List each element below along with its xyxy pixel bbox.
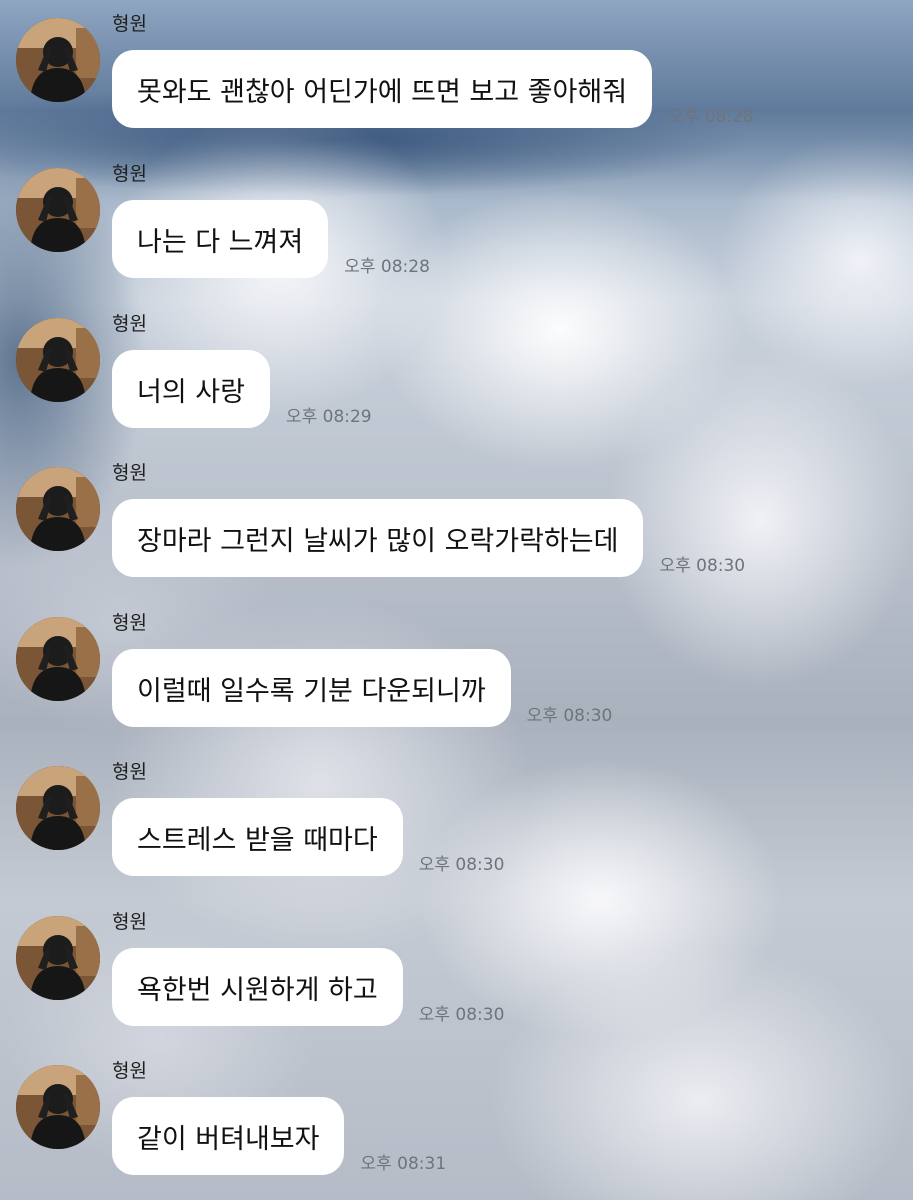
avatar[interactable] (16, 18, 100, 102)
sender-name: 형원 (112, 612, 147, 634)
message-timestamp: 오후 08:30 (526, 706, 613, 726)
message-bubble[interactable]: 장마라 그런지 날씨가 많이 오락가락하는데 (112, 499, 644, 577)
chat-message: 형원 장마라 그런지 날씨가 많이 오락가락하는데 오후 08:30 (0, 449, 913, 589)
chat-message: 형원 이럴때 일수록 기분 다운되니까 오후 08:30 (0, 599, 913, 739)
message-timestamp: 오후 08:28 (344, 257, 430, 277)
avatar[interactable] (16, 318, 100, 402)
sender-name: 형원 (112, 911, 147, 933)
sender-name: 형원 (112, 163, 147, 185)
message-timestamp: 오후 08:30 (418, 855, 505, 875)
sender-name: 형원 (112, 313, 147, 335)
avatar[interactable] (16, 617, 100, 701)
message-bubble[interactable]: 너의 사랑 (112, 350, 270, 428)
message-bubble[interactable]: 스트레스 받을 때마다 (112, 798, 403, 876)
message-timestamp: 오후 08:31 (360, 1154, 447, 1174)
message-bubble[interactable]: 같이 버텨내보자 (112, 1097, 345, 1175)
avatar[interactable] (16, 916, 100, 1000)
avatar[interactable] (16, 1065, 100, 1149)
sender-name: 형원 (112, 462, 147, 484)
sender-name: 형원 (112, 13, 147, 35)
message-bubble[interactable]: 나는 다 느껴져 (112, 200, 329, 278)
message-timestamp: 오후 08:28 (668, 107, 754, 127)
message-bubble[interactable]: 이럴때 일수록 기분 다운되니까 (112, 649, 511, 727)
avatar[interactable] (16, 766, 100, 850)
message-bubble[interactable]: 욕한번 시원하게 하고 (112, 948, 403, 1026)
message-timestamp: 오후 08:29 (285, 407, 372, 427)
avatar[interactable] (16, 467, 100, 551)
message-timestamp: 오후 08:30 (418, 1005, 505, 1025)
avatar[interactable] (16, 168, 100, 252)
chat-message: 형원 스트레스 받을 때마다 오후 08:30 (0, 748, 913, 888)
chat-message: 형원 못와도 괜찮아 어딘가에 뜨면 보고 좋아해줘 오후 08:28 (0, 0, 913, 140)
message-timestamp: 오후 08:30 (659, 556, 746, 576)
chat-message: 형원 너의 사랑 오후 08:29 (0, 300, 913, 440)
chat-message: 형원 욕한번 시원하게 하고 오후 08:30 (0, 898, 913, 1038)
message-bubble[interactable]: 못와도 괜찮아 어딘가에 뜨면 보고 좋아해줘 (112, 50, 653, 128)
chat-message: 형원 나는 다 느껴져 오후 08:28 (0, 150, 913, 290)
sender-name: 형원 (112, 761, 147, 783)
chat-message: 형원 같이 버텨내보자 오후 08:31 (0, 1047, 913, 1187)
sender-name: 형원 (112, 1060, 147, 1082)
